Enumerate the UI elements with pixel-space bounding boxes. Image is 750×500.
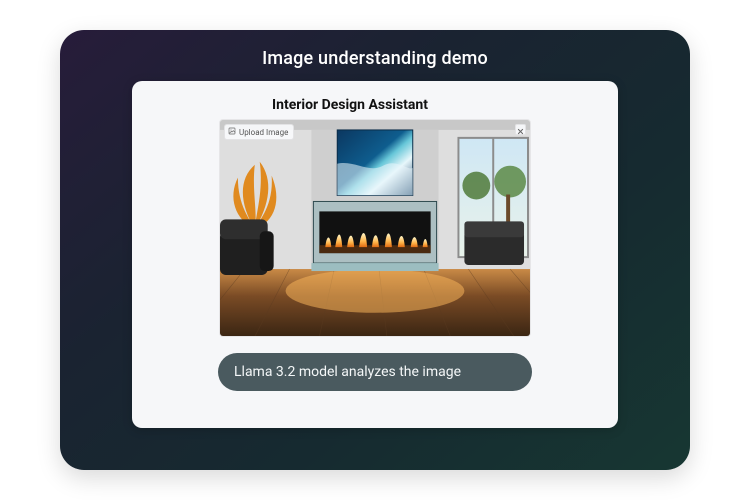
interior-scene-illustration [220, 120, 530, 337]
demo-image: Upload Image [219, 119, 531, 337]
app-title: Interior Design Assistant [272, 97, 428, 113]
close-image-button[interactable] [515, 124, 526, 135]
upload-label: Upload Image [239, 128, 288, 137]
caption-pill: Llama 3.2 model analyzes the image [218, 353, 532, 391]
demo-inner-card: Interior Design Assistant [132, 81, 618, 428]
page-title: Image understanding demo [262, 48, 488, 69]
upload-image-button[interactable]: Upload Image [224, 124, 294, 140]
caption-text: Llama 3.2 model analyzes the image [234, 364, 461, 380]
demo-outer-card: Image understanding demo Interior Design… [60, 30, 690, 470]
close-icon [517, 120, 524, 139]
upload-icon [228, 127, 236, 137]
stage: Image understanding demo Interior Design… [0, 0, 750, 500]
